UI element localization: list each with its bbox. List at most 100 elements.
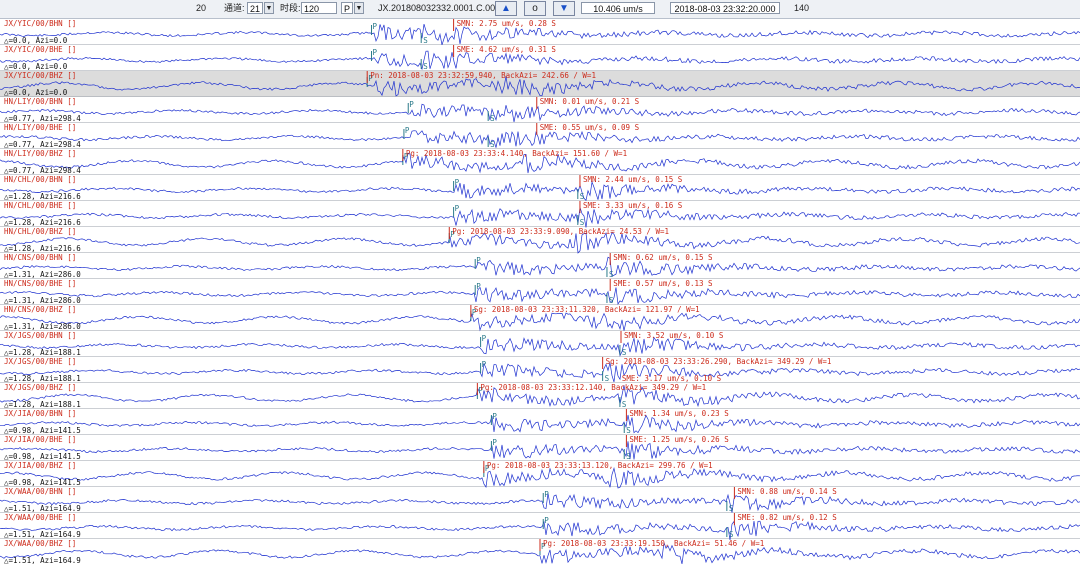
pick-annotation: Sg: 2018-08-03 23:33:26.290, BackAzi= 34…	[606, 357, 832, 366]
amplitude-display: 10.406 um/s	[581, 2, 655, 14]
center-button[interactable]: o	[524, 1, 546, 16]
p-phase-label: P	[544, 516, 549, 525]
waveform-trace[interactable]	[0, 336, 1080, 357]
channel-info: △=1.31, Azi=286.0	[4, 296, 81, 305]
pick-annotation: Pg: 2018-08-03 23:33:19.150, BackAzi= 51…	[543, 539, 764, 548]
pick-annotation: SMN: 2.44 um/s, 0.15 S	[583, 175, 683, 184]
pick-annotation: Pg: 2018-08-03 23:33:13.120, BackAzi= 29…	[487, 461, 713, 470]
channel-name: HN/CNS/00/BHE []	[4, 279, 76, 288]
pick-annotation: Pn: 2018-08-03 23:32:59.940, BackAzi= 24…	[370, 71, 596, 80]
channel-name: JX/JIA/00/BHZ []	[4, 461, 76, 470]
pick-annotation: SME: 0.82 um/s, 0.12 S	[737, 513, 837, 522]
pick-annotation-secondary: SME: 3.17 um/s, 0.10 S	[622, 374, 722, 383]
pick-annotation: Pg: 2018-08-03 23:33:4.140, BackAzi= 151…	[406, 149, 627, 158]
p-phase-label: P	[544, 490, 549, 499]
waveform-trace[interactable]	[0, 312, 1080, 332]
s-phase-label: S	[423, 36, 428, 45]
channel-info: △=0.0, Azi=0.0	[4, 62, 68, 71]
p-phase-label: P	[482, 334, 487, 343]
s-phase-label: S	[580, 192, 585, 201]
p-phase-label: P	[455, 178, 460, 187]
channel-name: JX/WAA/00/BHZ []	[4, 539, 76, 548]
channel-info: △=0.0, Azi=0.0	[4, 36, 68, 45]
channel-name: JX/YIC/00/BHZ []	[4, 71, 76, 80]
waveform-trace[interactable]	[0, 180, 1080, 202]
channel-info: △=1.31, Azi=286.0	[4, 270, 81, 279]
p-phase-label: P	[482, 360, 487, 369]
waveform-trace[interactable]	[0, 130, 1080, 148]
channel-info: △=1.31, Azi=286.0	[4, 322, 81, 331]
s-phase-label: S	[622, 348, 627, 357]
s-phase-label: S	[423, 62, 428, 71]
p-phase-label: P	[455, 204, 460, 213]
channel-name: JX/WAA/00/BHE []	[4, 513, 76, 522]
channel-info: △=0.77, Azi=298.4	[4, 140, 81, 149]
triangle-up-icon[interactable]: ▲	[495, 1, 517, 16]
channel-info: △=0.98, Azi=141.5	[4, 478, 81, 487]
p-phase-label: P	[476, 282, 481, 291]
s-phase-label: S	[580, 218, 585, 227]
pick-annotation: Pg: 2018-08-03 23:33:12.140, BackAzi= 34…	[480, 383, 706, 392]
channel-info: △=1.51, Azi=164.9	[4, 556, 81, 564]
p-phase-label: P	[476, 256, 481, 265]
waveform-trace[interactable]	[0, 286, 1080, 306]
channel-info: △=0.0, Azi=0.0	[4, 88, 68, 97]
channel-name: JX/JGS/00/BHE []	[4, 357, 76, 366]
time-select[interactable]: 120	[301, 2, 337, 14]
channel-name: HN/CHL/00/BHN []	[4, 175, 76, 184]
s-phase-label: S	[626, 426, 631, 435]
channel-name: JX/JGS/00/BHN []	[4, 331, 76, 340]
channel-name: JX/JIA/00/BHN []	[4, 409, 76, 418]
channel-info: △=1.28, Azi=188.1	[4, 400, 81, 409]
s-phase-label: S	[609, 296, 614, 305]
channel-name: HN/CNS/00/BHN []	[4, 253, 76, 262]
pick-annotation: SME: 0.57 um/s, 0.13 S	[613, 279, 713, 288]
s-phase-label: S	[609, 270, 614, 279]
channel-name: JX/JGS/00/BHZ []	[4, 383, 76, 392]
pick-annotation: Pg: 2018-08-03 23:33:9.090, BackAzi= 24.…	[452, 227, 669, 236]
pick-annotation: Sg: 2018-08-03 23:33:11.320, BackAzi= 12…	[474, 305, 700, 314]
channel-info: △=1.28, Azi=188.1	[4, 374, 81, 383]
waveform-trace[interactable]	[0, 493, 1080, 513]
s-phase-label: S	[490, 140, 495, 149]
p-phase-label: P	[405, 126, 410, 135]
pick-annotation: SMN: 1.34 um/s, 0.23 S	[629, 409, 729, 418]
s-phase-label: S	[729, 504, 734, 513]
s-phase-label: S	[490, 114, 495, 123]
pick-annotation: SMN: 3.52 um/s, 0.10 S	[624, 331, 724, 340]
pick-annotation: SMN: 0.88 um/s, 0.14 S	[737, 487, 837, 496]
channel-name: JX/YIC/00/BHN []	[4, 19, 76, 28]
waveform-trace[interactable]	[0, 520, 1080, 540]
time-label: 时段:	[280, 3, 301, 13]
channel-info: △=0.77, Azi=298.4	[4, 166, 81, 175]
channel-name: HN/LIY/00/BHZ []	[4, 149, 76, 158]
channel-name: HN/LIY/00/BHE []	[4, 123, 76, 132]
phase-select[interactable]: P	[341, 2, 353, 14]
s-phase-label: S	[626, 452, 631, 461]
channel-dropdown-icon[interactable]: ▼	[264, 2, 274, 14]
channel-select[interactable]: 21	[247, 2, 263, 14]
pick-annotation: SME: 1.25 um/s, 0.26 S	[629, 435, 729, 444]
waveform-trace[interactable]	[0, 441, 1080, 460]
waveform-trace[interactable]	[0, 207, 1080, 228]
channel-label: 通道:	[224, 3, 245, 13]
waveform-trace[interactable]	[0, 466, 1080, 489]
seismogram-panel[interactable]: P S JX/YIC/00/BHN [] △=0.0, Azi=0.0 SMN: 2.7…	[0, 19, 1080, 564]
waveform-trace[interactable]	[0, 103, 1080, 123]
waveform-trace[interactable]	[0, 362, 1080, 383]
p-phase-label: P	[373, 22, 378, 31]
trace-count: 20	[196, 3, 207, 13]
channel-name: HN/CHL/00/BHE []	[4, 201, 76, 210]
p-phase-label: P	[409, 100, 414, 109]
phase-dropdown-icon[interactable]: ▼	[354, 2, 364, 14]
waveform-trace[interactable]	[0, 256, 1080, 277]
pick-annotation: SMN: 2.75 um/s, 0.28 S	[457, 19, 557, 28]
pick-annotation: SME: 0.55 um/s, 0.09 S	[540, 123, 640, 132]
triangle-down-icon[interactable]: ▼	[553, 1, 575, 16]
channel-info: △=1.28, Azi=216.6	[4, 192, 81, 201]
event-id: JX.20180803233​2.0001.C.001	[378, 3, 501, 13]
channel-name: JX/WAA/00/BHN []	[4, 487, 76, 496]
s-phase-label: S	[729, 530, 734, 539]
waveform-trace[interactable]	[0, 414, 1080, 434]
channel-info: △=0.98, Azi=141.5	[4, 426, 81, 435]
